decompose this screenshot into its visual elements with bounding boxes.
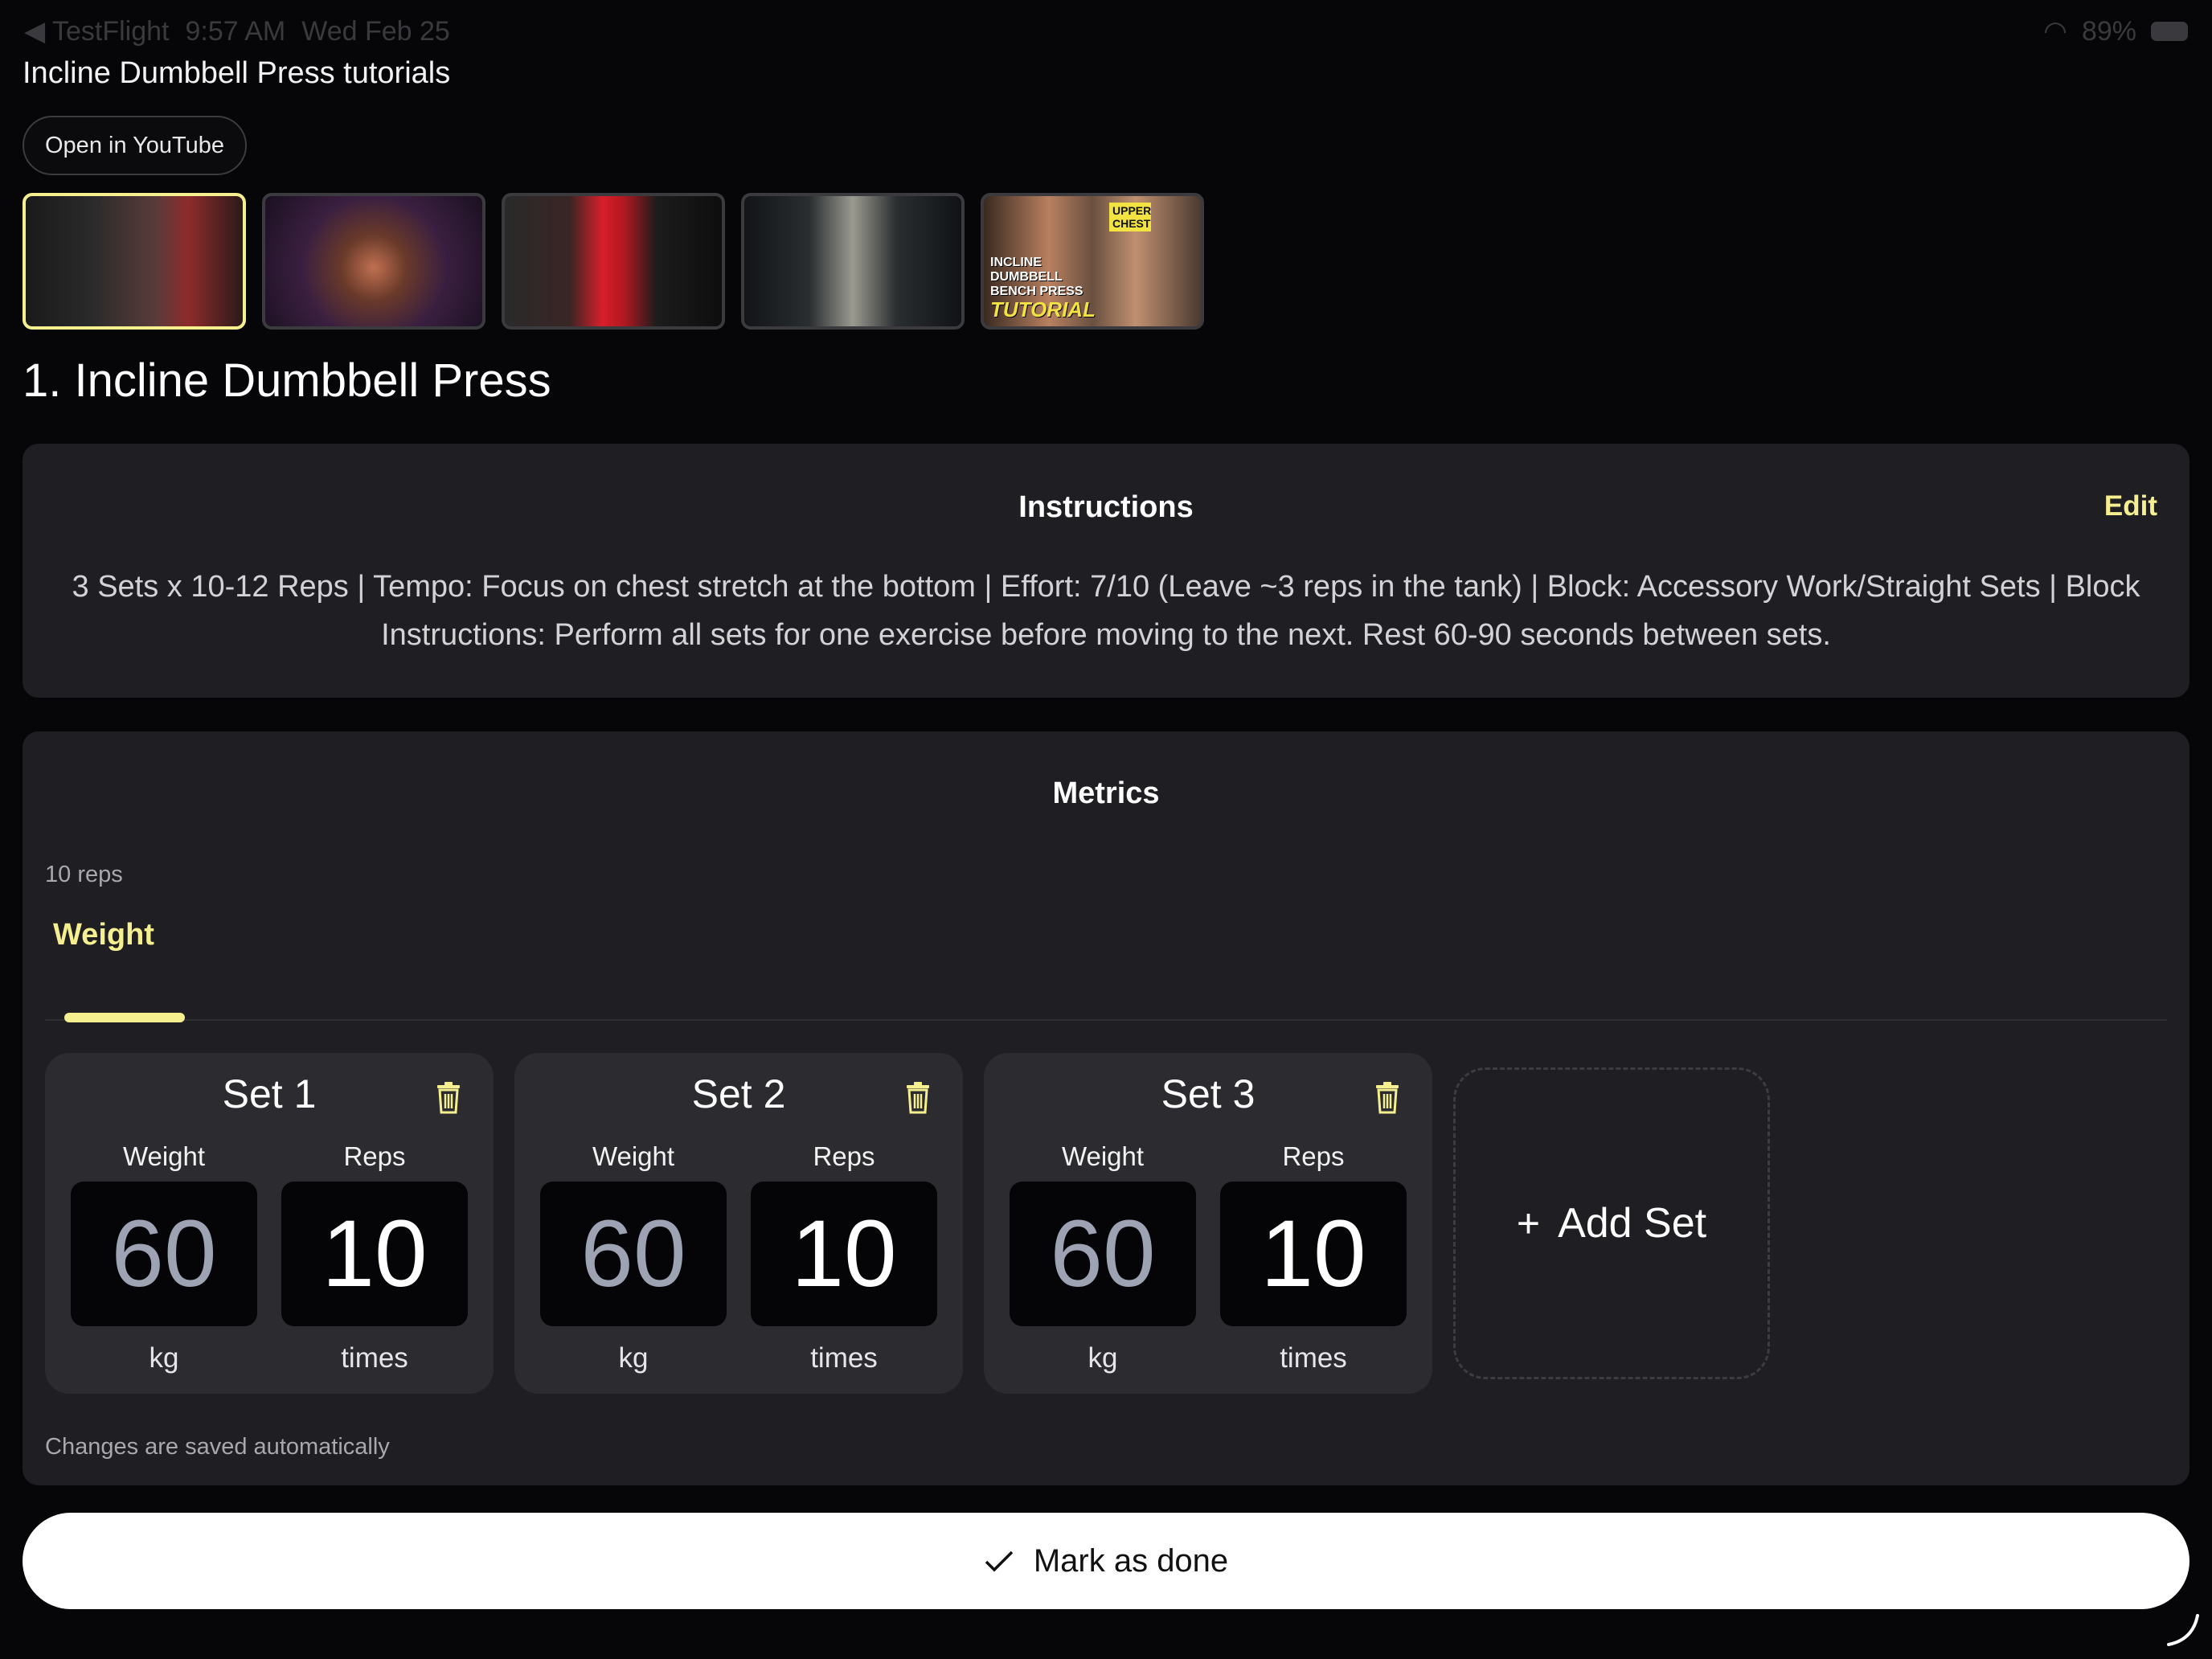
- tutorial-thumbnail-5[interactable]: UPPER CHEST INCLINE DUMBBELL BENCH PRESS…: [981, 193, 1204, 330]
- tutorial-thumbnails: UPPER CHEST INCLINE DUMBBELL BENCH PRESS…: [23, 193, 1204, 330]
- reps-input[interactable]: 10: [281, 1182, 468, 1326]
- checkmark-icon: [985, 1550, 1014, 1572]
- reps-summary: 10 reps: [45, 862, 123, 887]
- weight-unit: kg: [149, 1342, 179, 1374]
- status-bar: ◀ TestFlight 9:57 AM Wed Feb 25 ◠ 89%: [24, 11, 2188, 51]
- set-card-2: Set 2 Weight Reps 60 10 kg times: [514, 1053, 963, 1394]
- edit-instructions-button[interactable]: Edit: [2104, 490, 2157, 522]
- tutorial-thumbnail-1[interactable]: [23, 193, 246, 330]
- tutorials-title: Incline Dumbbell Press tutorials: [23, 56, 451, 90]
- reps-input[interactable]: 10: [751, 1182, 937, 1326]
- set-card-3: Set 3 Weight Reps 60 10 kg times: [984, 1053, 1432, 1394]
- open-in-youtube-button[interactable]: Open in YouTube: [23, 116, 248, 175]
- status-time: 9:57 AM: [185, 15, 286, 47]
- instructions-title: Instructions: [1018, 490, 1194, 524]
- tutorial-thumbnail-4[interactable]: [741, 193, 965, 330]
- trash-icon[interactable]: [1374, 1082, 1400, 1114]
- trash-icon[interactable]: [436, 1082, 461, 1114]
- trash-icon[interactable]: [905, 1082, 931, 1114]
- weight-label: Weight: [1061, 1141, 1145, 1171]
- thumbnail-caption: INCLINE DUMBBELL BENCH PRESS TUTORIAL: [990, 256, 1096, 320]
- sets-row: Set 1 Weight Reps 60 10 kg times Set 2 W…: [45, 1053, 1770, 1394]
- reps-unit: times: [341, 1342, 408, 1374]
- thumbnail-caption-text: INCLINE DUMBBELL BENCH PRESS: [990, 256, 1083, 298]
- set-title: Set 2: [691, 1071, 786, 1116]
- tab-indicator: [64, 1013, 185, 1022]
- thumbnail-chip: UPPER CHEST: [1109, 203, 1151, 231]
- mark-as-done-label: Mark as done: [1033, 1542, 1229, 1579]
- weight-label: Weight: [592, 1141, 675, 1171]
- metrics-card: Metrics 10 reps Weight Set 1 Weight Reps…: [23, 731, 2189, 1485]
- battery-percent: 89%: [2081, 15, 2136, 47]
- add-set-button[interactable]: + Add Set: [1453, 1067, 1770, 1379]
- autosave-note: Changes are saved automatically: [45, 1434, 390, 1460]
- weight-label: Weight: [122, 1141, 206, 1171]
- tutorial-thumbnail-3[interactable]: [502, 193, 725, 330]
- reps-unit: times: [810, 1342, 878, 1374]
- instructions-card: Instructions Edit 3 Sets x 10-12 Reps | …: [23, 444, 2189, 698]
- reps-input[interactable]: 10: [1220, 1182, 1407, 1326]
- weight-input[interactable]: 60: [71, 1182, 257, 1326]
- status-date: Wed Feb 25: [301, 15, 450, 47]
- reps-label: Reps: [1282, 1141, 1345, 1171]
- weight-input[interactable]: 60: [540, 1182, 727, 1326]
- set-title: Set 1: [222, 1071, 317, 1116]
- back-to-testflight[interactable]: ◀ TestFlight: [24, 15, 169, 47]
- mark-as-done-button[interactable]: Mark as done: [23, 1513, 2189, 1609]
- instructions-text: 3 Sets x 10-12 Reps | Tempo: Focus on ch…: [72, 570, 2140, 652]
- add-set-label: Add Set: [1558, 1200, 1707, 1247]
- tab-divider: [45, 1019, 2167, 1021]
- weight-unit: kg: [1088, 1342, 1118, 1374]
- wifi-icon: ◠: [2043, 16, 2067, 47]
- resize-handle-icon[interactable]: [2164, 1611, 2202, 1649]
- weight-unit: kg: [618, 1342, 649, 1374]
- tab-weight[interactable]: Weight: [53, 918, 154, 952]
- reps-unit: times: [1280, 1342, 1347, 1374]
- reps-label: Reps: [343, 1141, 406, 1171]
- tutorial-thumbnail-2[interactable]: [262, 193, 485, 330]
- plus-icon: +: [1516, 1201, 1541, 1246]
- reps-label: Reps: [813, 1141, 875, 1171]
- metrics-title: Metrics: [1052, 776, 1160, 810]
- weight-input[interactable]: 60: [1010, 1182, 1196, 1326]
- exercise-title: 1. Incline Dumbbell Press: [23, 354, 551, 407]
- thumbnail-caption-tutorial: TUTORIAL: [990, 297, 1096, 322]
- set-title: Set 3: [1161, 1071, 1256, 1116]
- battery-icon: [2151, 22, 2188, 41]
- set-card-1: Set 1 Weight Reps 60 10 kg times: [45, 1053, 494, 1394]
